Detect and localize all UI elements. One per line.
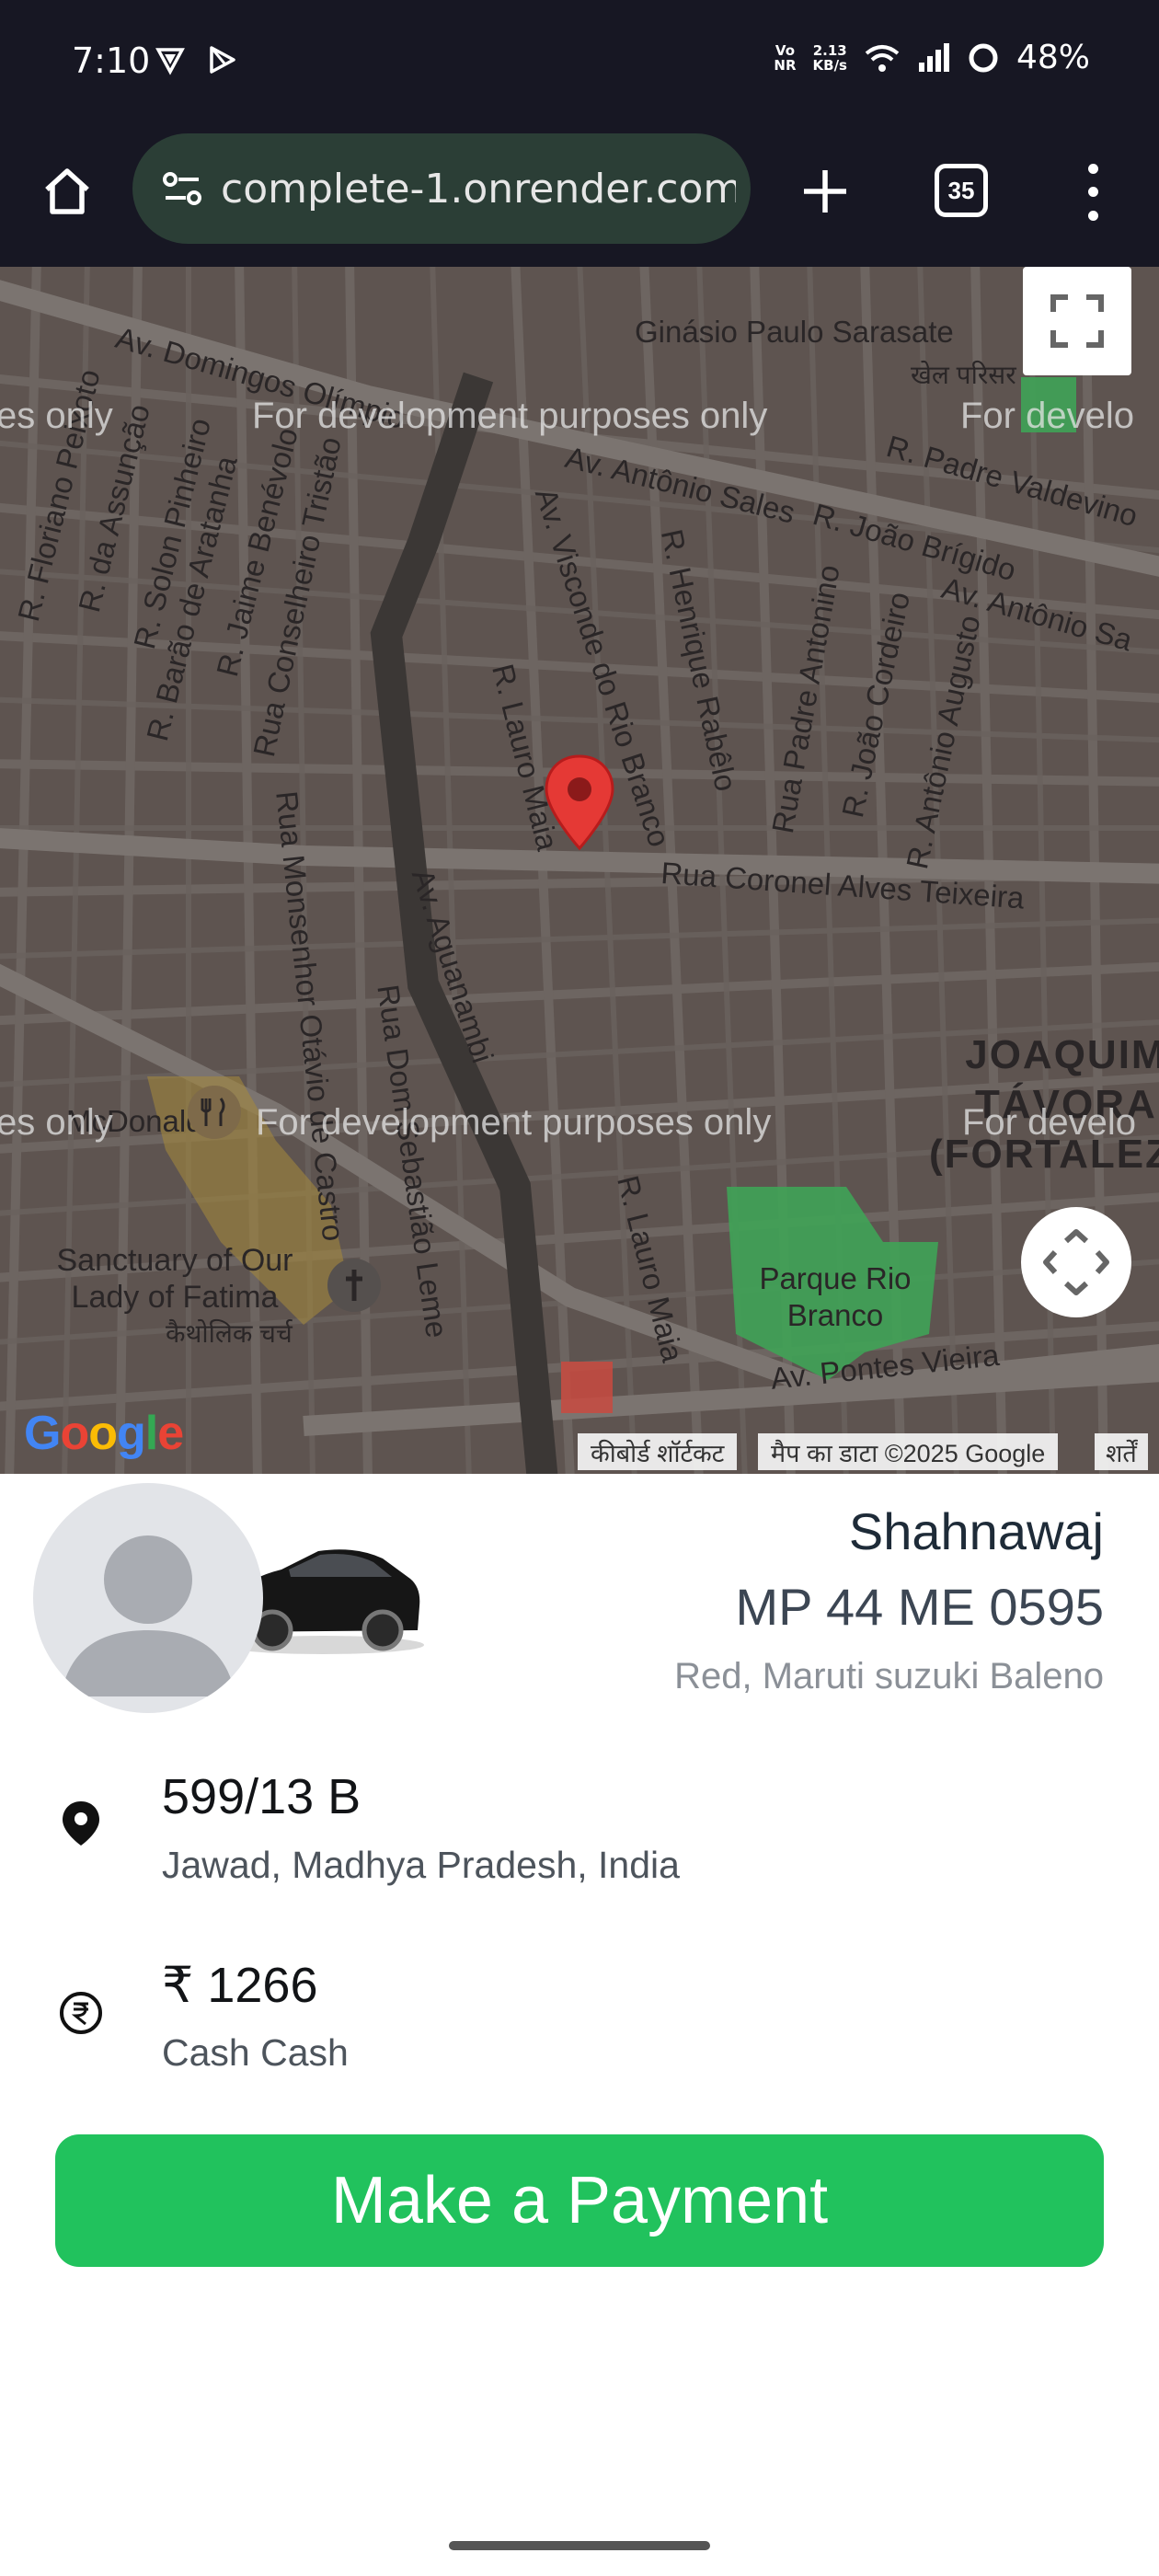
vehicle-description: Red, Maruti suzuki Baleno [674,1656,1104,1696]
home-button[interactable] [35,159,99,224]
map-view[interactable]: Av. Domingos Olímpio Ginásio Paulo Saras… [0,267,1159,1474]
status-bar: 7:10 Vo NR 2.13 KB/s 48% [0,0,1159,124]
district-line: JOAQUIM [965,1032,1159,1077]
dev-watermark: For develo [962,1102,1136,1143]
destination-row: 599/13 B Jawad, Madhya Pradesh, India [0,1759,1159,1897]
make-payment-button[interactable]: Make a Payment [55,2134,1104,2267]
menu-dot [1087,164,1098,175]
site-settings-icon[interactable] [156,163,208,214]
church-label-local: कैथोलिक चर्च [166,1319,293,1348]
dev-watermark: es only [0,396,113,436]
church-icon [327,1259,381,1312]
destination-address: Jawad, Madhya Pradesh, India [162,1844,680,1886]
terms-link[interactable]: शर्तें [1095,1433,1148,1470]
vehicle-plate: MP 44 ME 0595 [735,1578,1104,1636]
volte-top: Vo [775,41,795,59]
location-marker-icon [57,1800,105,1847]
move-arrows-icon [1043,1229,1109,1295]
plus-icon [804,170,846,213]
tab-switcher-button[interactable]: 35 [935,164,988,217]
fare-row: ₹ 1266 Cash Cash [0,1947,1159,2085]
church-label: Sanctuary of Our Lady of Fatima [56,1243,293,1315]
wifi-icon [865,44,900,72]
driver-card: Shahnawaj MP 44 ME 0595 Red, Maruti suzu… [0,1474,1159,1713]
destination-title: 599/13 B [162,1769,361,1824]
vpn-shield-icon [155,48,185,75]
overflow-menu-button[interactable] [1074,157,1111,227]
signal-icon [918,42,949,72]
dev-watermark: For development purposes only [252,396,768,436]
battery-saver-icon [969,43,998,72]
speed-value: 2.13 [812,41,847,59]
park-label: Parque Rio Branco [759,1261,912,1332]
notification-icons [155,44,237,75]
map-data-attribution[interactable]: मैप का डाटा ©2025 Google [758,1433,1059,1470]
dev-watermark: For development purposes only [256,1102,772,1143]
menu-dot [1087,187,1098,198]
fullscreen-button[interactable] [1023,267,1131,375]
status-time: 7:10 [72,40,151,81]
dev-watermark: es only [0,1102,113,1143]
network-speed: 2.13 KB/s [813,43,847,73]
menu-dot [1087,210,1098,221]
browser-toolbar: complete-1.onrender.com 35 [0,124,1159,267]
location-pin-icon[interactable] [543,753,616,854]
play-store-icon [210,46,235,74]
dev-watermark: For develo [960,396,1134,436]
user-avatar-icon [61,1535,235,1696]
restaurant-icon [188,1086,241,1139]
place-label-local: खेल परिसर [911,361,1016,389]
home-indicator[interactable] [449,2541,710,2550]
status-right: Vo NR 2.13 KB/s 48% [774,39,1090,76]
volte-bottom: NR [774,56,797,74]
keyboard-shortcuts-link[interactable]: कीबोर्ड शॉर्टकट [578,1433,738,1470]
address-bar[interactable]: complete-1.onrender.com [132,133,751,244]
fare-amount: ₹ 1266 [162,1958,318,2013]
volte-indicator: Vo NR [774,43,796,73]
place-label: Ginásio Paulo Sarasate [635,315,954,349]
speed-unit: KB/s [812,56,847,74]
url-text[interactable]: complete-1.onrender.com [221,166,736,213]
driver-name: Shahnawaj [848,1502,1104,1560]
recenter-button[interactable] [1021,1207,1131,1317]
payment-method: Cash Cash [162,2031,349,2074]
home-icon [45,168,89,214]
google-logo: Google [24,1407,184,1460]
driver-avatar [33,1483,263,1713]
battery-percent: 48% [1016,39,1090,76]
rupee-icon [57,1989,105,2037]
new-tab-button[interactable] [793,159,857,224]
fullscreen-icon [1050,294,1104,348]
